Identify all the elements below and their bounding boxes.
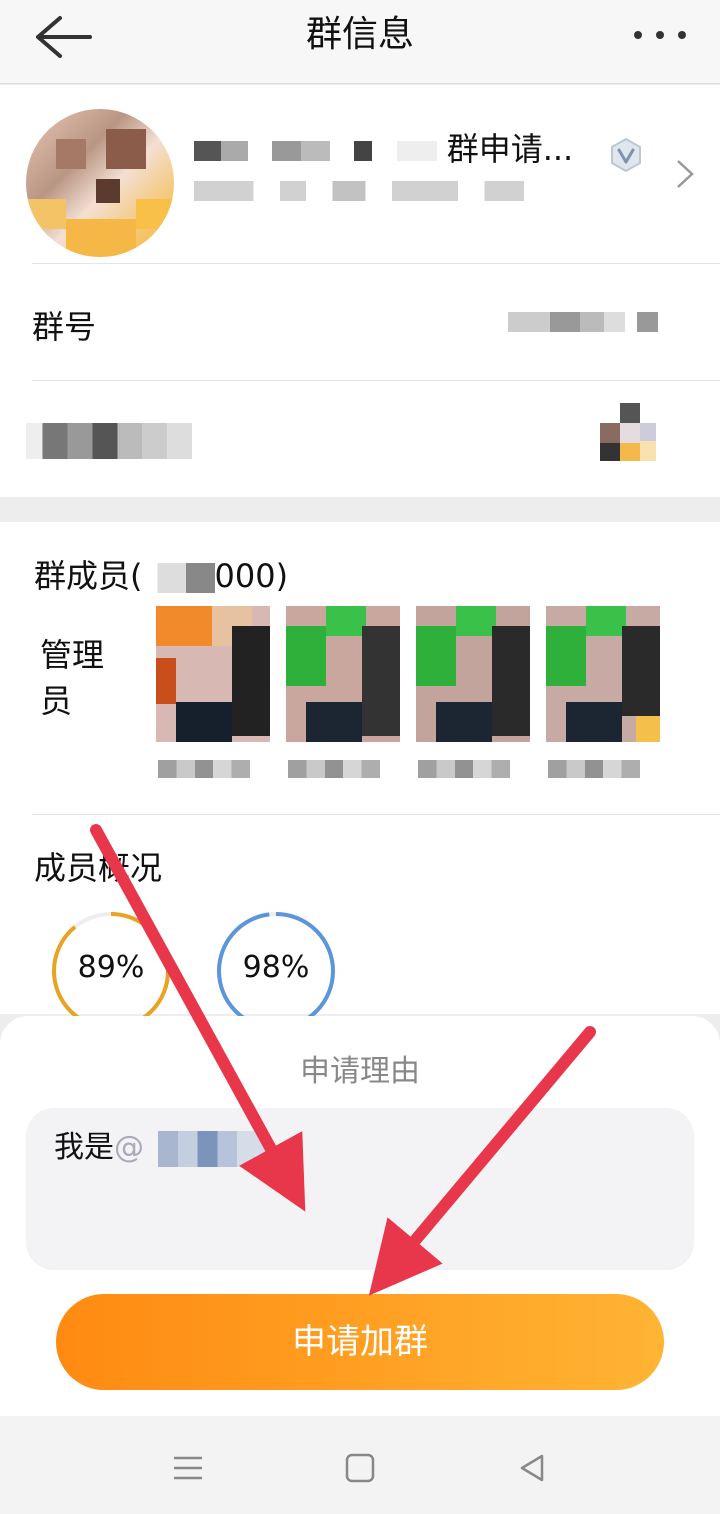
apply-join-button[interactable]: 申请加群 [56,1294,664,1390]
redacted-label [26,423,192,459]
home-icon[interactable] [340,1448,380,1488]
redacted-text [272,141,331,161]
redacted-name [158,1130,268,1167]
redacted-text [194,141,248,161]
group-avatar [26,109,174,257]
admin-label: 管理员 [40,636,105,720]
group-name-suffix: 群申请... [446,130,574,168]
redacted-text [396,141,437,161]
divider [32,814,720,815]
members-title[interactable]: 群成员(000) [34,552,288,600]
stat-value: 89% [77,950,145,985]
reason-input[interactable]: 我是@ [26,1108,694,1270]
redacted-subtitle [194,181,524,201]
overview-stat-ring: 89% [50,910,172,1032]
reason-prefix: 我是 [54,1130,114,1165]
menu-icon[interactable] [168,1448,208,1488]
group-number-value [508,312,658,332]
more-options-icon[interactable] [630,20,690,50]
group-profile-row[interactable]: 群申请... [0,85,720,263]
members-card: 群成员(000) 管理员 成员概况 89% 98% [0,522,720,1030]
admin-avatar[interactable] [286,606,400,778]
member-overview-title: 成员概况 [34,849,163,887]
top-bar: 群信息 [0,0,720,84]
apply-reason-sheet: 申请理由 我是@ 申请加群 [0,1016,720,1416]
group-number-label: 群号 [32,308,97,346]
sheet-title: 申请理由 [300,1054,420,1089]
chevron-right-icon [677,160,694,188]
group-name: 群申请... [194,129,584,169]
system-nav-bar [0,1416,720,1514]
verified-badge-icon [611,137,641,173]
overview-stat-ring: 98% [215,910,337,1032]
page-title: 群信息 [305,14,414,55]
group-qr-row[interactable] [26,380,720,497]
qr-code-thumbnail [600,403,656,461]
redacted-text [354,141,373,161]
back-triangle-icon[interactable] [512,1448,552,1488]
admin-avatar[interactable] [156,606,270,778]
admin-avatar[interactable] [416,606,530,778]
redacted-count [142,563,215,593]
stat-value: 98% [242,950,310,985]
group-info-card: 群申请... 群号 [0,85,720,497]
group-number-row[interactable]: 群号 [32,263,720,380]
admin-avatar[interactable] [546,606,660,778]
reason-at-sign: @ [114,1130,144,1165]
